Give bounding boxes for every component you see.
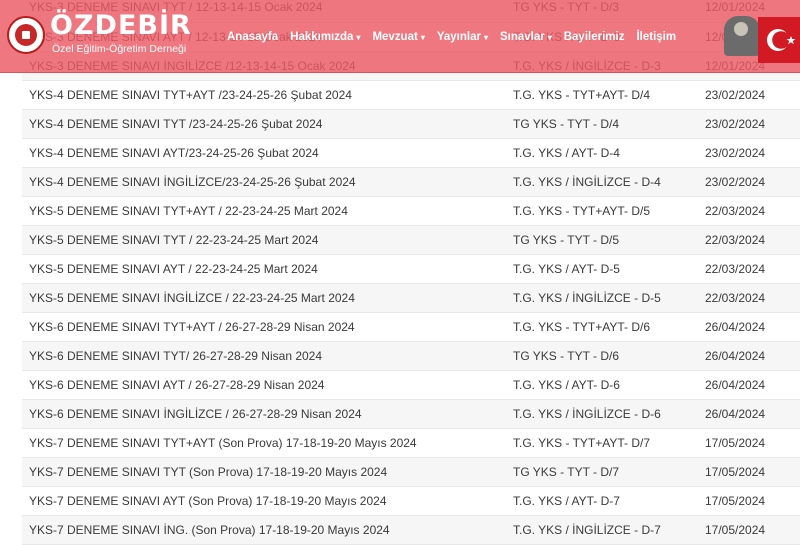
table-row: YKS-4 DENEME SINAVI İNGİLİZCE/23-24-25-2… [22,167,800,197]
nav-item-0[interactable]: Anasayfa [227,31,278,43]
table-row: YKS-4 DENEME SINAVI TYT /23-24-25-26 Şub… [22,109,800,139]
exam-code: T.G. YKS / AYT- D-7 [513,486,705,516]
nav-item-label: İletişim [636,31,677,43]
exam-name-link[interactable]: YKS-7 DENEME SINAVI TYT (Son Prova) 17-1… [22,457,513,487]
exam-date: 26/04/2024 [705,370,800,400]
exam-code: TG YKS - TYT - D/5 [513,225,705,255]
exam-code: T.G. YKS / İNGİLİZCE - D-6 [513,399,705,429]
nav-item-label: Hakkımızda [290,31,354,43]
table-row: YKS-4 DENEME SINAVI AYT/23-24-25-26 Şuba… [22,138,800,168]
table-row: YKS-4 DENEME SINAVI TYT+AYT /23-24-25-26… [22,80,800,110]
exam-date: 22/03/2024 [705,196,800,226]
exam-name-link[interactable]: YKS-6 DENEME SINAVI İNGİLİZCE / 26-27-28… [22,399,513,429]
nav-item-label: Yayınlar [436,31,481,43]
exam-code: T.G. YKS / AYT- D-5 [513,254,705,284]
nav-item-2[interactable]: Mevzuat ▾ [372,31,424,43]
table-row: YKS-5 DENEME SINAVI İNGİLİZCE / 22-23-24… [22,283,800,313]
site-header: ÖZDEBİR Özel Eğitim-Öğretim Derneği Anas… [0,0,800,73]
exam-code: T.G. YKS - TYT+AYT- D/5 [513,196,705,226]
exam-code: TG YKS - TYT - D/6 [513,341,705,371]
exam-name-link[interactable]: YKS-6 DENEME SINAVI TYT/ 26-27-28-29 Nis… [22,341,513,371]
exam-name-link[interactable]: YKS-7 DENEME SINAVI İNG. (Son Prova) 17-… [22,515,513,545]
nav-item-4[interactable]: Sınavlar ▾ [500,31,552,43]
table-row: YKS-5 DENEME SINAVI TYT / 22-23-24-25 Ma… [22,225,800,255]
main-nav: Anasayfa Hakkımızda ▾ Mevzuat ▾ Yayınlar ▾ Sına… [227,31,688,43]
table-row: YKS-7 DENEME SINAVI TYT (Son Prova) 17-1… [22,457,800,487]
exam-table-container: YKS-3 DENEME SINAVI TYT / 12-13-14-15 Oc… [22,0,800,545]
exam-name-link[interactable]: YKS-5 DENEME SINAVI İNGİLİZCE / 22-23-24… [22,283,513,313]
exam-date: 22/03/2024 [705,225,800,255]
table-row: YKS-7 DENEME SINAVI AYT (Son Prova) 17-1… [22,486,800,516]
chevron-down-icon: ▾ [356,32,361,42]
table-row: YKS-5 DENEME SINAVI AYT / 22-23-24-25 Ma… [22,254,800,284]
ataturk-portrait-icon [724,16,760,56]
table-row: YKS-6 DENEME SINAVI İNGİLİZCE / 26-27-28… [22,399,800,429]
exam-date: 17/05/2024 [705,457,800,487]
exam-date: 22/03/2024 [705,254,800,284]
nav-item-5[interactable]: Bayilerimiz [564,31,625,43]
nav-item-1[interactable]: Hakkımızda ▾ [290,31,360,43]
exam-name-link[interactable]: YKS-4 DENEME SINAVI İNGİLİZCE/23-24-25-2… [22,167,513,197]
turkish-flag-icon [758,17,800,63]
exam-name-link[interactable]: YKS-4 DENEME SINAVI AYT/23-24-25-26 Şuba… [22,138,513,168]
exam-name-link[interactable]: YKS-7 DENEME SINAVI TYT+AYT (Son Prova) … [22,428,513,458]
exam-code: T.G. YKS / AYT- D-4 [513,138,705,168]
nav-item-3[interactable]: Yayınlar ▾ [437,31,488,43]
exam-date: 23/02/2024 [705,109,800,139]
table-row: YKS-6 DENEME SINAVI AYT / 26-27-28-29 Ni… [22,370,800,400]
exam-name-link[interactable]: YKS-4 DENEME SINAVI TYT+AYT /23-24-25-26… [22,80,513,110]
exam-code: T.G. YKS - TYT+AYT- D/6 [513,312,705,342]
exam-date: 26/04/2024 [705,399,800,429]
exam-table-body: YKS-3 DENEME SINAVI TYT / 12-13-14-15 Oc… [22,0,800,545]
exam-name-link[interactable]: YKS-4 DENEME SINAVI TYT /23-24-25-26 Şub… [22,109,513,139]
nav-item-label: Bayilerimiz [563,31,625,43]
exam-code: TG YKS - TYT - D/4 [513,109,705,139]
chevron-down-icon: ▾ [420,32,425,42]
exam-date: 23/02/2024 [705,80,800,110]
nav-item-6[interactable]: İletişim [636,31,676,43]
exam-code: T.G. YKS - TYT+AYT- D/4 [513,80,705,110]
exam-date: 17/05/2024 [705,515,800,545]
table-row: YKS-7 DENEME SINAVI TYT+AYT (Son Prova) … [22,428,800,458]
chevron-down-icon: ▾ [483,32,488,42]
exam-name-link[interactable]: YKS-7 DENEME SINAVI AYT (Son Prova) 17-1… [22,486,513,516]
nav-item-label: Anasayfa [227,31,279,43]
exam-date: 22/03/2024 [705,283,800,313]
exam-name-link[interactable]: YKS-5 DENEME SINAVI AYT / 22-23-24-25 Ma… [22,254,513,284]
association-logo-icon[interactable] [7,16,45,54]
exam-date: 17/05/2024 [705,486,800,516]
nav-item-label: Sınavlar [499,31,545,43]
exam-date: 26/04/2024 [705,341,800,371]
exam-date: 23/02/2024 [705,167,800,197]
exam-code: T.G. YKS / İNGİLİZCE - D-4 [513,167,705,197]
exam-date: 23/02/2024 [705,138,800,168]
chevron-down-icon: ▾ [547,32,552,42]
exam-code: T.G. YKS - TYT+AYT- D/7 [513,428,705,458]
exam-code: T.G. YKS / İNGİLİZCE - D-7 [513,515,705,545]
brand-tagline: Özel Eğitim-Öğretim Derneği [52,43,187,55]
nav-item-label: Mevzuat [372,31,418,43]
table-row: YKS-7 DENEME SINAVI İNG. (Son Prova) 17-… [22,515,800,545]
table-row: YKS-5 DENEME SINAVI TYT+AYT / 22-23-24-2… [22,196,800,226]
exam-code: TG YKS - TYT - D/7 [513,457,705,487]
exam-code: T.G. YKS / AYT- D-6 [513,370,705,400]
exam-code: T.G. YKS / İNGİLİZCE - D-5 [513,283,705,313]
exam-table: YKS-3 DENEME SINAVI TYT / 12-13-14-15 Oc… [22,0,800,545]
exam-name-link[interactable]: YKS-6 DENEME SINAVI TYT+AYT / 26-27-28-2… [22,312,513,342]
table-row: YKS-6 DENEME SINAVI TYT+AYT / 26-27-28-2… [22,312,800,342]
brand-name[interactable]: ÖZDEBİR [50,11,192,41]
exam-date: 26/04/2024 [705,312,800,342]
table-row: YKS-6 DENEME SINAVI TYT/ 26-27-28-29 Nis… [22,341,800,371]
exam-name-link[interactable]: YKS-6 DENEME SINAVI AYT / 26-27-28-29 Ni… [22,370,513,400]
exam-date: 17/05/2024 [705,428,800,458]
exam-name-link[interactable]: YKS-5 DENEME SINAVI TYT / 22-23-24-25 Ma… [22,225,513,255]
exam-name-link[interactable]: YKS-5 DENEME SINAVI TYT+AYT / 22-23-24-2… [22,196,513,226]
